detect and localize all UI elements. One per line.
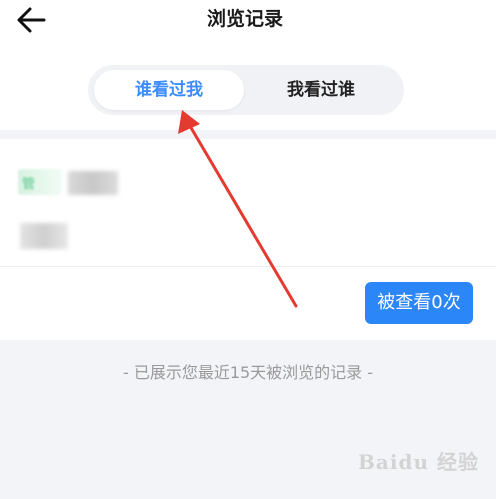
tab-who-viewed-me[interactable]: 谁看过我 xyxy=(94,70,244,110)
blurred-visitor-info xyxy=(20,223,68,249)
history-range-note: - 已展示您最近15天被浏览的记录 - xyxy=(122,363,374,382)
page-title: 浏览记录 xyxy=(206,8,283,30)
divider xyxy=(0,266,496,267)
visitor-tag: 管 xyxy=(18,169,62,195)
view-count-button[interactable]: 被查看0次 xyxy=(365,282,473,324)
visitor-list: 管 被查看0次 xyxy=(0,139,496,340)
visitor-tag-text: 管 xyxy=(22,177,36,192)
tab-switcher: 谁看过我 我看过谁 xyxy=(88,65,404,115)
header-bar: 浏览记录 谁看过我 我看过谁 xyxy=(0,0,496,130)
blurred-visitor-name xyxy=(68,171,118,195)
tab-who-i-viewed[interactable]: 我看过谁 xyxy=(246,70,396,110)
watermark-logo: Baidu 经验 xyxy=(358,450,479,474)
